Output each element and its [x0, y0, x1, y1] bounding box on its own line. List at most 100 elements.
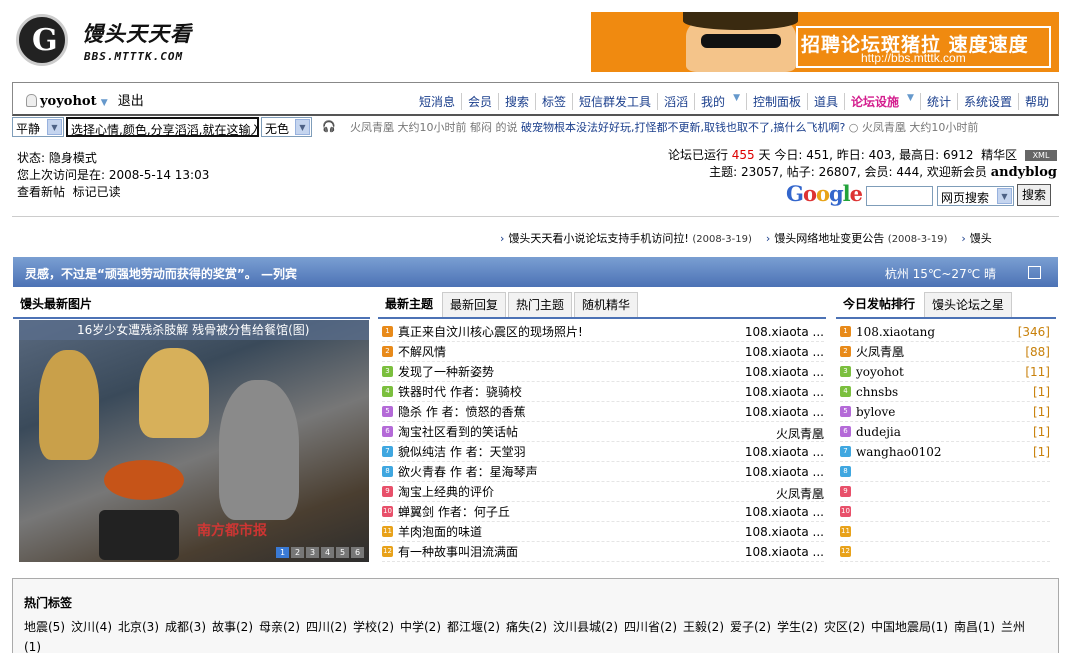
pager-page[interactable]: 4 — [321, 547, 334, 558]
nav-search[interactable]: 搜索 — [497, 93, 535, 110]
topic-row[interactable]: 6 淘宝社区看到的笑话帖 火凤青凰 — [382, 422, 824, 442]
nav-sms-tool[interactable]: 短信群发工具 — [572, 93, 657, 110]
chevron-down-icon[interactable]: ▼ — [731, 93, 746, 110]
nav-mine[interactable]: 我的 — [694, 93, 731, 110]
nav-taotao[interactable]: 滔滔 — [657, 93, 694, 110]
tab-latest-pictures[interactable]: 馒头最新图片 — [13, 292, 100, 317]
nav-stats[interactable]: 统计 — [919, 93, 957, 110]
google-search-button[interactable]: 搜索 — [1017, 184, 1051, 206]
featured-picture[interactable]: 16岁少女遭残杀肢解 残骨被分售给餐馆(图) 南方都市报 1 2 3 4 5 6 — [19, 320, 369, 562]
nav-control-panel[interactable]: 控制面板 — [745, 93, 807, 110]
topic-row[interactable]: 1 真正来自汶川核心震区的现场照片! 108.xiaota ... — [382, 322, 824, 342]
chevron-down-icon[interactable]: ▼ — [905, 93, 920, 110]
topic-row[interactable]: 12 有一种故事叫泪流满面 108.xiaota ... — [382, 542, 824, 562]
tag-link[interactable]: 中国地震局(1) — [871, 620, 948, 634]
pager-page[interactable]: 2 — [291, 547, 304, 558]
tag-link[interactable]: 灾区(2) — [824, 620, 865, 634]
logout-link[interactable]: 退出 — [118, 94, 144, 109]
topic-author[interactable]: 108.xiaota ... — [745, 345, 824, 359]
google-scope-select[interactable]: 网页搜索 ▼ — [937, 186, 1014, 206]
topic-row[interactable]: 2 不解风情 108.xiaota ... — [382, 342, 824, 362]
nav-tags[interactable]: 标签 — [535, 93, 572, 110]
ranking-member[interactable]: bylove — [856, 405, 1050, 419]
pager-page[interactable]: 3 — [306, 547, 319, 558]
taotao-ticker[interactable]: 火凤青凰 大约10小时前 郁闷 的说 破宠物根本没法好好玩,打怪都不更新,取钱也… — [350, 119, 1059, 135]
ad-banner[interactable]: 招聘论坛斑猪拉 速度速度 http://bbs.mtttk.com — [591, 12, 1059, 72]
mood-select[interactable]: 平静 ▼ — [12, 117, 64, 137]
nav-forum-facilities[interactable]: 论坛设施 — [844, 93, 905, 110]
pager-page[interactable]: 1 — [276, 547, 289, 558]
topic-author[interactable]: 火凤青凰 — [776, 425, 824, 442]
edit-icon[interactable] — [1028, 266, 1041, 279]
tab-today-ranking[interactable]: 今日发帖排行 — [836, 292, 923, 317]
headphones-icon[interactable]: 🎧 — [322, 120, 336, 133]
tag-link[interactable]: 北京(3) — [118, 620, 159, 634]
topic-title[interactable]: 淘宝社区看到的笑话帖 — [398, 423, 824, 440]
topic-row[interactable]: 11 羊肉泡面的味道 108.xiaota ... — [382, 522, 824, 542]
tag-link[interactable]: 汶川(4) — [71, 620, 112, 634]
mark-read-link[interactable]: 标记已读 — [73, 185, 121, 199]
tag-link[interactable]: 中学(2) — [400, 620, 441, 634]
site-logo[interactable]: G 馒头天天看 BBS.MTTTK.COM — [16, 12, 206, 70]
topic-author[interactable]: 108.xiaota ... — [745, 385, 824, 399]
tab-random-digest[interactable]: 随机精华 — [574, 292, 639, 317]
topic-row[interactable]: 5 隐杀 作 者：愤怒的香蕉 108.xiaota ... — [382, 402, 824, 422]
view-new-link[interactable]: 查看新帖 — [17, 185, 65, 199]
ranking-member[interactable]: wanghao0102 — [856, 445, 1050, 459]
topic-author[interactable]: 108.xiaota ... — [745, 445, 824, 459]
tag-link[interactable]: 爱子(2) — [730, 620, 771, 634]
nav-members[interactable]: 会员 — [460, 93, 498, 110]
news-item[interactable]: 馒头网络地址变更公告 — [774, 232, 884, 245]
mood-input[interactable]: 选择心情,颜色,分享滔滔,就在这输入 — [66, 117, 259, 137]
nav-settings[interactable]: 系统设置 — [956, 93, 1018, 110]
pager-page[interactable]: 5 — [336, 547, 349, 558]
tag-link[interactable]: 学校(2) — [353, 620, 394, 634]
topic-row[interactable]: 9 淘宝上经典的评价 火凤青凰 — [382, 482, 824, 502]
nav-items[interactable]: 道具 — [807, 93, 844, 110]
tag-link[interactable]: 四川省(2) — [624, 620, 677, 634]
xml-icon[interactable]: XML — [1025, 150, 1057, 161]
tag-link[interactable]: 四川(2) — [306, 620, 347, 634]
topic-author[interactable]: 108.xiaota ... — [745, 365, 824, 379]
topic-title[interactable]: 淘宝上经典的评价 — [398, 483, 824, 500]
tag-link[interactable]: 南昌(1) — [954, 620, 995, 634]
ranking-member[interactable]: chnsbs — [856, 385, 1050, 399]
pager-page[interactable]: 6 — [351, 547, 364, 558]
google-search-input[interactable] — [866, 186, 933, 206]
topic-row[interactable]: 7 貌似纯洁 作 者：天堂羽 108.xiaota ... — [382, 442, 824, 462]
tag-link[interactable]: 痛失(2) — [506, 620, 547, 634]
nav-messages[interactable]: 短消息 — [413, 93, 461, 110]
tag-link[interactable]: 母亲(2) — [259, 620, 300, 634]
chevron-down-icon[interactable]: ▼ — [101, 98, 108, 108]
tag-link[interactable]: 成都(3) — [165, 620, 206, 634]
tab-forum-stars[interactable]: 馒头论坛之星 — [924, 292, 1013, 317]
tag-link[interactable]: 汶川县城(2) — [553, 620, 618, 634]
username[interactable]: yoyohot — [40, 94, 97, 109]
topic-author[interactable]: 108.xiaota ... — [745, 405, 824, 419]
topic-author[interactable]: 108.xiaota ... — [745, 325, 824, 339]
tag-link[interactable]: 都江堰(2) — [447, 620, 500, 634]
digest-link[interactable]: 精华区 — [981, 148, 1017, 162]
picture-caption[interactable]: 16岁少女遭残杀肢解 残骨被分售给餐馆(图) — [19, 320, 369, 340]
topic-author[interactable]: 火凤青凰 — [776, 485, 824, 502]
color-select[interactable]: 无色 ▼ — [261, 117, 312, 137]
ranking-member[interactable]: yoyohot — [856, 365, 1050, 379]
topic-row[interactable]: 8 欲火青春 作 者：星海琴声 108.xiaota ... — [382, 462, 824, 482]
ranking-member[interactable]: dudejia — [856, 425, 1050, 439]
news-item[interactable]: 馒头 — [970, 232, 992, 245]
newest-member[interactable]: andyblog — [991, 165, 1057, 180]
topic-row[interactable]: 3 发现了一种新姿势 108.xiaota ... — [382, 362, 824, 382]
tab-hot-topics[interactable]: 热门主题 — [508, 292, 573, 317]
tag-link[interactable]: 故事(2) — [212, 620, 253, 634]
ranking-member[interactable]: 火凤青凰 — [856, 343, 1050, 360]
ticker-text-2[interactable]: 破宠物根本没法好好玩,打怪都不更新,取钱也取不了,搞什么飞机啊? — [521, 121, 845, 134]
tag-link[interactable]: 学生(2) — [777, 620, 818, 634]
topic-row[interactable]: 10 蝉翼剑 作者：何子丘 108.xiaota ... — [382, 502, 824, 522]
nav-help[interactable]: 帮助 — [1017, 93, 1055, 110]
topic-author[interactable]: 108.xiaota ... — [745, 545, 824, 559]
topic-author[interactable]: 108.xiaota ... — [745, 525, 824, 539]
topic-author[interactable]: 108.xiaota ... — [745, 505, 824, 519]
tab-latest-replies[interactable]: 最新回复 — [442, 292, 507, 317]
topic-author[interactable]: 108.xiaota ... — [745, 465, 824, 479]
tab-latest-topics[interactable]: 最新主题 — [378, 292, 441, 317]
